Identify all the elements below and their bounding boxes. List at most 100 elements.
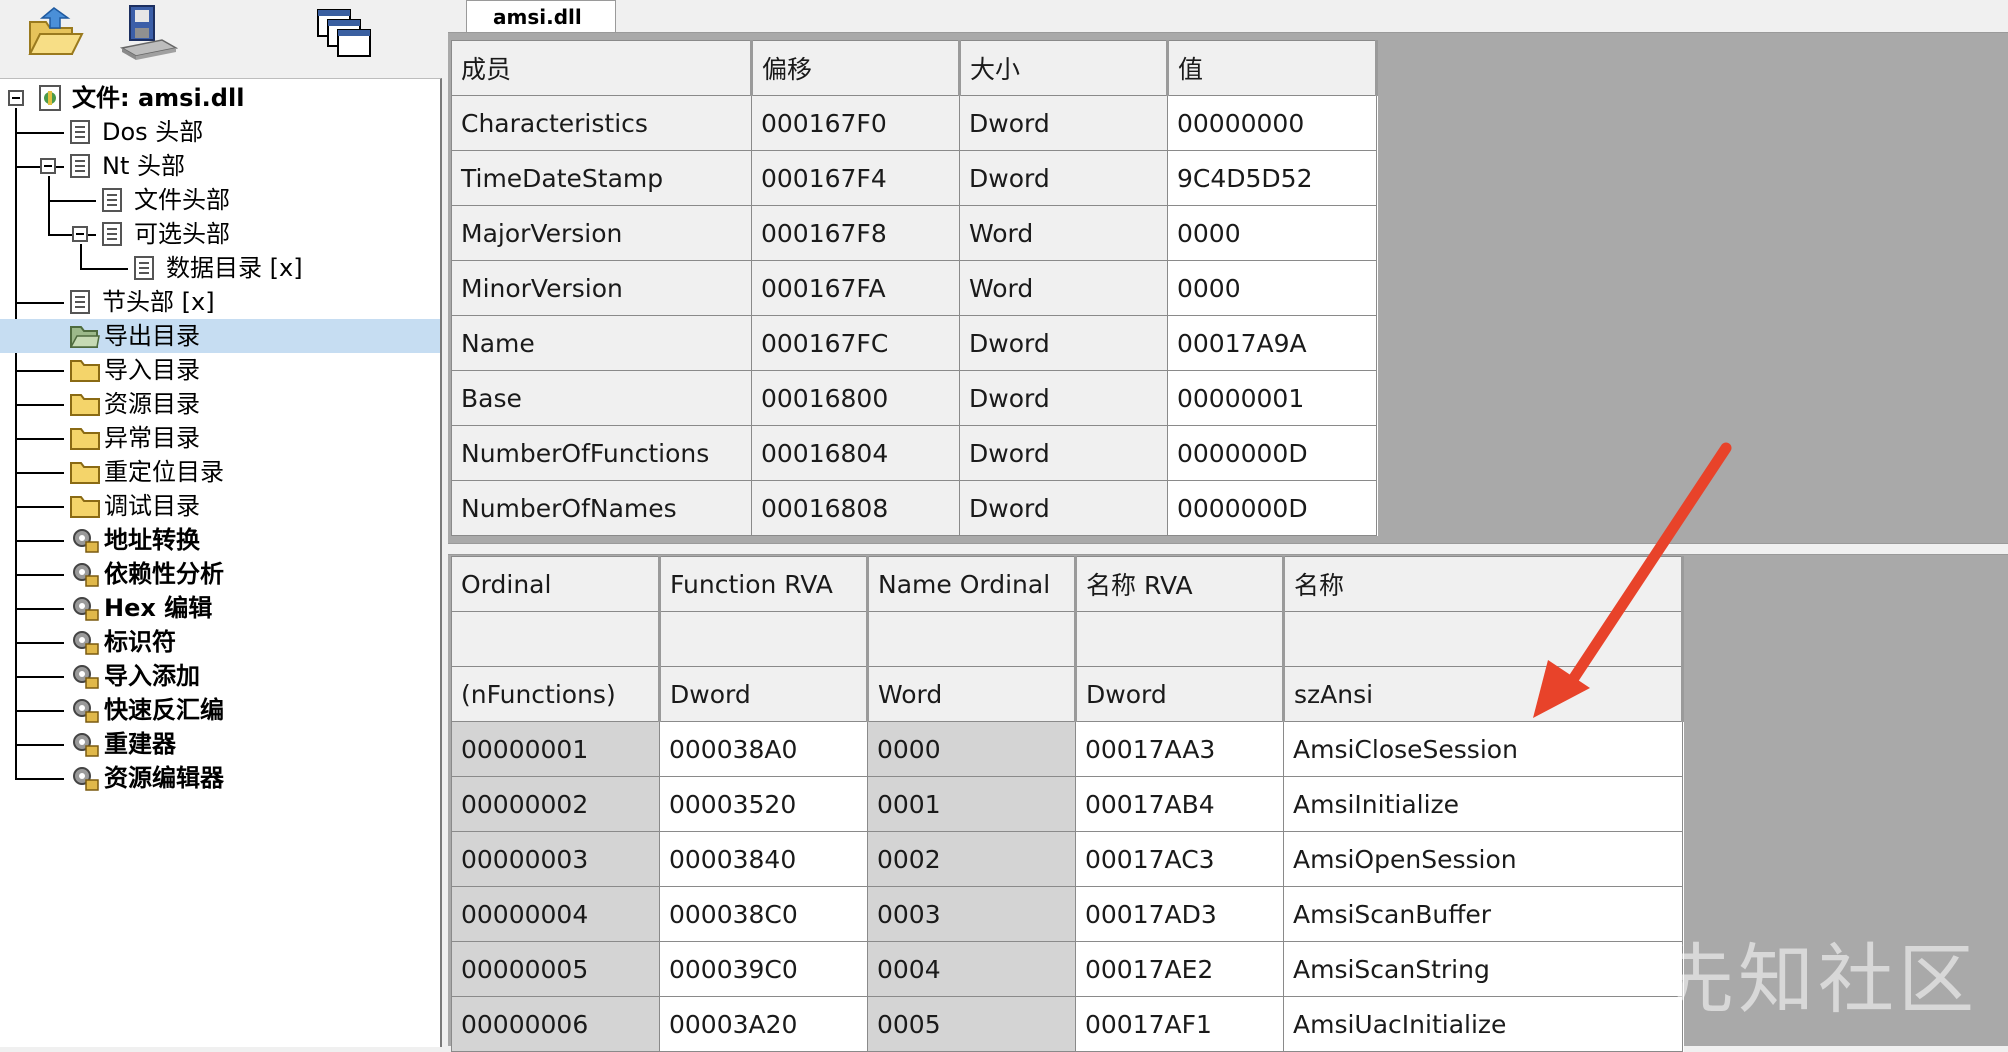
table-cell[interactable]: 00017AF1	[1075, 996, 1284, 1052]
column-header[interactable]: Function RVA	[659, 556, 869, 612]
table-row[interactable]: Characteristics 000167F0 Dword 00000000	[451, 95, 1377, 151]
column-header[interactable]: 值	[1167, 40, 1378, 96]
table-cell[interactable]: 00000006	[451, 996, 660, 1052]
table-row[interactable]: NumberOfNames 00016808 Dword 0000000D	[451, 480, 1377, 536]
tree-item-export-directory[interactable]: 导出目录	[0, 319, 440, 353]
table-cell[interactable]: 0000000D	[1167, 480, 1377, 536]
table-row[interactable]: MinorVersion 000167FA Word 0000	[451, 260, 1377, 316]
table-cell[interactable]: 00017AB4	[1075, 776, 1284, 832]
tool-icon	[70, 594, 100, 627]
tree-item-relocation-directory[interactable]: 重定位目录	[0, 455, 440, 489]
folder-icon	[70, 426, 100, 455]
table-cell[interactable]: 00000001	[1167, 370, 1377, 426]
table-cell[interactable]: 00000004	[451, 886, 660, 942]
table-cell[interactable]: 00003A20	[659, 996, 868, 1052]
tool-icon	[70, 560, 100, 593]
tree-item-identifier[interactable]: 标识符	[0, 625, 440, 659]
table-cell[interactable]: 9C4D5D52	[1167, 150, 1377, 206]
open-folder-icon[interactable]	[26, 4, 86, 62]
tree-item-file-header[interactable]: 文件头部	[0, 183, 440, 217]
tree-item-resource-directory[interactable]: 资源目录	[0, 387, 440, 421]
table-cell[interactable]: 00017AC3	[1075, 831, 1284, 887]
column-header[interactable]: Ordinal	[451, 556, 661, 612]
table-cell[interactable]: 0000000D	[1167, 425, 1377, 481]
tree-item-section-header[interactable]: 节头部 [x]	[0, 285, 440, 319]
tree-item-debug-directory[interactable]: 调试目录	[0, 489, 440, 523]
table-cell[interactable]: 0005	[867, 996, 1076, 1052]
tree-item-data-directory[interactable]: 数据目录 [x]	[0, 251, 440, 285]
table-row[interactable]: 00000006 00003A20 0005 00017AF1 AmsiUacIniti…	[451, 996, 1683, 1052]
table-row[interactable]: MajorVersion 000167F8 Word 0000	[451, 205, 1377, 261]
table-cell[interactable]: 00017AE2	[1075, 941, 1284, 997]
type-cell: Dword	[1075, 666, 1285, 722]
page-icon	[70, 154, 92, 183]
table-cell[interactable]: 0002	[867, 831, 1076, 887]
tree-item-nt-header[interactable]: Nt 头部	[0, 149, 440, 183]
table-row[interactable]: TimeDateStamp 000167F4 Dword 9C4D5D52	[451, 150, 1377, 206]
tree-item-dependency-analyzer[interactable]: 依赖性分析	[0, 557, 440, 591]
tree-item-rebuilder[interactable]: 重建器	[0, 727, 440, 761]
table-row[interactable]: 00000003 00003840 0002 00017AC3 AmsiOpenSess…	[451, 831, 1683, 887]
table-cell[interactable]: AmsiScanBuffer	[1283, 886, 1683, 942]
table-cell: 000167F8	[751, 205, 960, 261]
table-cell[interactable]: 0000	[1167, 260, 1377, 316]
collapse-root-icon[interactable]	[8, 90, 24, 106]
collapse-node-icon[interactable]	[72, 226, 88, 242]
table-cell[interactable]: 0004	[867, 941, 1076, 997]
table-cell[interactable]: 00000002	[451, 776, 660, 832]
table-cell[interactable]: 000038C0	[659, 886, 868, 942]
table-cell[interactable]: 00017AA3	[1075, 721, 1284, 777]
table-row[interactable]: Base 00016800 Dword 00000001	[451, 370, 1377, 426]
column-header[interactable]: 名称 RVA	[1075, 556, 1285, 612]
table-cell[interactable]: 00000003	[451, 831, 660, 887]
table-cell[interactable]: 00000005	[451, 941, 660, 997]
table-row[interactable]: 00000005 000039C0 0004 00017AE2 AmsiScanStri…	[451, 941, 1683, 997]
tree-item-resource-editor[interactable]: 资源编辑器	[0, 761, 440, 795]
table-cell[interactable]: 0003	[867, 886, 1076, 942]
table-cell[interactable]: AmsiScanString	[1283, 941, 1683, 997]
table-cell[interactable]: AmsiUacInitialize	[1283, 996, 1683, 1052]
table-cell[interactable]: 00003840	[659, 831, 868, 887]
tab-label: amsi.dll	[493, 4, 582, 29]
table-row[interactable]: Name 000167FC Dword 00017A9A	[451, 315, 1377, 371]
windows-icon[interactable]	[316, 4, 376, 62]
table-cell[interactable]: 000038A0	[659, 721, 868, 777]
table-cell[interactable]: 0000	[867, 721, 1076, 777]
tree-item-dos-header[interactable]: Dos 头部	[0, 115, 440, 149]
type-cell: Word	[867, 666, 1077, 722]
tree-item-address-converter[interactable]: 地址转换	[0, 523, 440, 557]
splitter[interactable]	[448, 543, 2008, 555]
table-cell[interactable]: AmsiInitialize	[1283, 776, 1683, 832]
table-row[interactable]: NumberOfFunctions 00016804 Dword 0000000D	[451, 425, 1377, 481]
table-row[interactable]: 00000002 00003520 0001 00017AB4 AmsiInitiali…	[451, 776, 1683, 832]
column-header[interactable]: 成员	[451, 40, 753, 96]
table-cell[interactable]: AmsiCloseSession	[1283, 721, 1683, 777]
table-cell[interactable]: 00017A9A	[1167, 315, 1377, 371]
save-disk-icon[interactable]	[118, 4, 179, 62]
table-cell: MinorVersion	[451, 260, 752, 316]
column-header[interactable]: Name Ordinal	[867, 556, 1077, 612]
tree-item-exception-directory[interactable]: 异常目录	[0, 421, 440, 455]
column-header[interactable]: 名称	[1283, 556, 1684, 612]
tree-root-file[interactable]: 文件: amsi.dll	[0, 81, 440, 115]
table-cell[interactable]: 00003520	[659, 776, 868, 832]
column-header[interactable]: 偏移	[751, 40, 961, 96]
collapse-node-icon[interactable]	[40, 158, 56, 174]
tree-item-import-directory[interactable]: 导入目录	[0, 353, 440, 387]
tree-item-hex-editor[interactable]: Hex 编辑	[0, 591, 440, 625]
table-cell[interactable]: 00000000	[1167, 95, 1377, 151]
table-cell[interactable]: 000039C0	[659, 941, 868, 997]
table-cell[interactable]: 00017AD3	[1075, 886, 1284, 942]
tree-item-import-adder[interactable]: 导入添加	[0, 659, 440, 693]
tree-item-optional-header[interactable]: 可选头部	[0, 217, 440, 251]
table-cell[interactable]: 0000	[1167, 205, 1377, 261]
table-cell[interactable]: AmsiOpenSession	[1283, 831, 1683, 887]
column-header[interactable]: 大小	[959, 40, 1169, 96]
table-row[interactable]: 00000004 000038C0 0003 00017AD3 AmsiScanBuff…	[451, 886, 1683, 942]
tree-item-label: Dos 头部	[102, 118, 204, 146]
table-row[interactable]: 00000001 000038A0 0000 00017AA3 AmsiCloseSes…	[451, 721, 1683, 777]
table-cell[interactable]: 0001	[867, 776, 1076, 832]
tab-amsi-dll[interactable]: amsi.dll	[466, 0, 616, 32]
tree-item-quick-disassembler[interactable]: 快速反汇编	[0, 693, 440, 727]
table-cell[interactable]: 00000001	[451, 721, 660, 777]
